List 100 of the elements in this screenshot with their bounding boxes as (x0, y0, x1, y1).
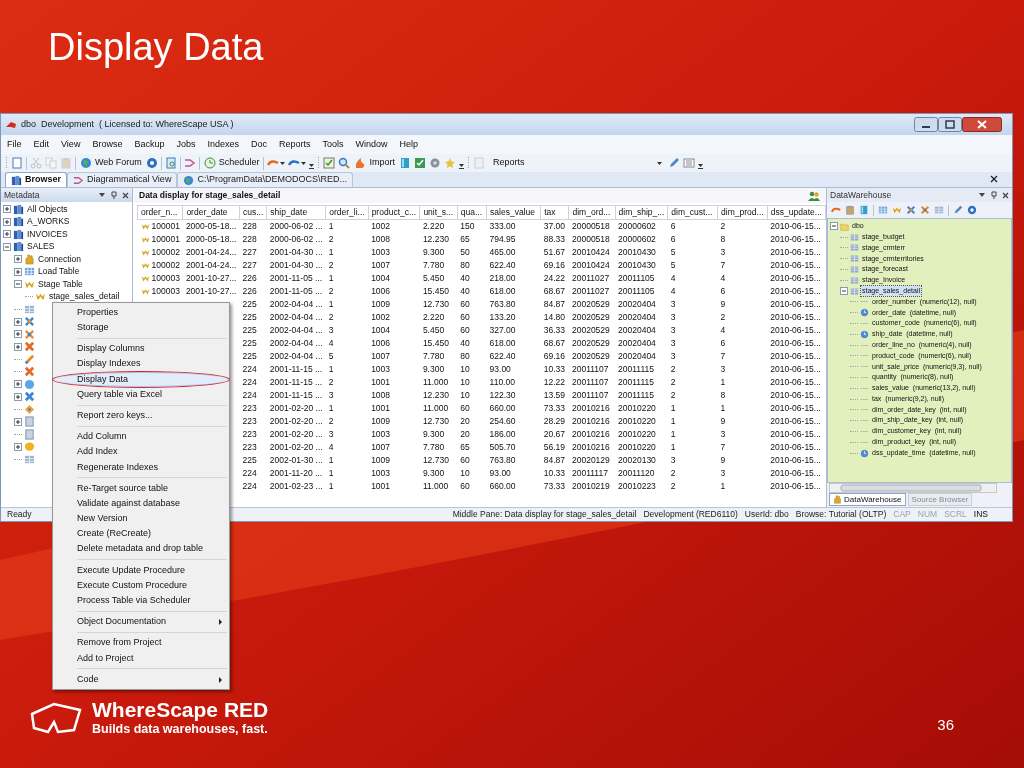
pen-icon[interactable] (667, 157, 680, 169)
column-header[interactable]: dim_prod... (717, 205, 768, 220)
tree-item[interactable]: stage_sales_detail (48, 290, 121, 304)
close-button[interactable] (962, 117, 1002, 132)
wing-icon[interactable] (892, 205, 902, 215)
cross-icon[interactable] (906, 205, 916, 215)
menu-item[interactable]: Edit (33, 137, 50, 152)
tree-item[interactable]: A_WORKS (26, 215, 71, 229)
menu-item[interactable]: View (61, 137, 81, 152)
menu-item[interactable]: Display Columns (53, 341, 229, 357)
column-header[interactable]: dim_cust... (667, 205, 718, 220)
expand-icon[interactable] (14, 442, 22, 451)
tab[interactable]: DataWarehouse (829, 493, 906, 506)
column-header[interactable]: sales_value (486, 205, 541, 220)
menu-item[interactable]: Jobs (176, 137, 196, 152)
column-header[interactable]: order_li... (325, 205, 369, 220)
tab[interactable]: Browser (5, 172, 67, 187)
maximize-button[interactable] (938, 117, 962, 132)
collapse-icon[interactable] (14, 280, 22, 289)
menu-item[interactable]: Regenerate Indexes (53, 459, 229, 475)
menu-item[interactable]: Validate against database (53, 496, 229, 512)
menu-item[interactable]: Process Table via Scheduler (53, 593, 229, 609)
column-header[interactable]: product_c... (368, 205, 420, 220)
menu-item[interactable]: New Version (53, 511, 229, 527)
expand-icon[interactable] (14, 267, 22, 276)
menu-item[interactable]: Display Indexes (53, 356, 229, 372)
tree-item[interactable]: Connection (37, 252, 82, 266)
close-icon[interactable] (122, 191, 129, 199)
menu-item[interactable]: Execute Custom Procedure (53, 578, 229, 594)
expand-icon[interactable] (14, 317, 22, 326)
tab[interactable]: C:\ProgramData\DEMODOCS\RED... (177, 172, 353, 187)
expand-icon[interactable] (14, 342, 22, 351)
tab[interactable]: Diagrammatical View (67, 172, 178, 187)
column-header[interactable]: tax (540, 205, 569, 220)
menu-item[interactable]: Reports (279, 137, 311, 152)
tree-item[interactable]: SALES (26, 240, 56, 254)
menu-item[interactable]: Browse (92, 137, 123, 152)
column-header[interactable]: dss_update... (767, 205, 826, 220)
menu-item[interactable]: Backup (134, 137, 165, 152)
expand-icon[interactable] (3, 217, 11, 226)
menu-item[interactable]: Window (355, 137, 388, 152)
grip-handle[interactable] (317, 156, 321, 170)
expand-icon[interactable] (14, 417, 22, 426)
table-icon[interactable] (878, 205, 888, 215)
pin-icon[interactable] (991, 191, 997, 199)
checklist-icon[interactable] (323, 157, 336, 169)
menu-item[interactable]: Create (ReCreate) (53, 526, 229, 542)
column-header[interactable]: ship_date (266, 205, 326, 220)
cross-icon[interactable] (920, 205, 930, 215)
tree-item[interactable]: Load Table (37, 265, 81, 279)
expand-icon[interactable] (3, 230, 11, 239)
page-icon[interactable] (11, 157, 23, 169)
toolbar-button[interactable]: Web Forum (79, 156, 143, 170)
menu-item[interactable]: Add Column (53, 429, 229, 445)
menu-item[interactable]: Execute Update Procedure (53, 562, 229, 578)
dropdown-icon[interactable] (979, 193, 985, 197)
tree-item[interactable]: Stage Table (37, 277, 84, 291)
menu-item[interactable]: File (7, 137, 22, 152)
grip-handle[interactable] (5, 156, 8, 170)
tree-item[interactable]: All Objects (26, 202, 69, 216)
menu-item[interactable]: Object Documentation (53, 614, 229, 630)
toolbar-button[interactable]: Scheduler (202, 156, 261, 170)
expand-icon[interactable] (14, 330, 22, 339)
column-header[interactable]: qua... (457, 205, 487, 220)
menu-item[interactable]: Storage (53, 320, 229, 336)
menu-item[interactable]: Re-Target source table (53, 480, 229, 497)
menu-item[interactable]: Indexes (207, 137, 239, 152)
clipboard-icon[interactable] (845, 205, 855, 215)
close-icon[interactable] (1002, 191, 1009, 199)
collapse-icon[interactable] (830, 222, 838, 231)
menu-item[interactable]: Query table via Excel (53, 386, 229, 403)
grid-icon[interactable] (934, 205, 944, 215)
close-icon[interactable] (990, 175, 998, 183)
menu-item[interactable]: Delete metadata and drop table (53, 541, 229, 557)
toolbar-button[interactable]: Import (353, 156, 396, 170)
menu-item[interactable]: Add Index (53, 444, 229, 460)
pin-icon[interactable] (111, 191, 117, 199)
collapse-icon[interactable] (3, 242, 11, 251)
sheet-check-icon[interactable] (413, 157, 426, 169)
menu-item[interactable]: Display Data (53, 371, 229, 387)
menu-item[interactable]: Report zero keys... (53, 408, 229, 424)
column-header[interactable]: cus... (239, 205, 267, 220)
expand-icon[interactable] (14, 255, 22, 264)
column-header[interactable]: dim_ship_... (615, 205, 668, 220)
menu-item[interactable]: Tools (322, 137, 344, 152)
column-header[interactable]: order_date (182, 205, 240, 220)
book-icon[interactable] (859, 205, 869, 215)
expand-icon[interactable] (14, 380, 22, 389)
menu-item[interactable]: Help (399, 137, 419, 152)
menu-item[interactable]: Code (53, 671, 229, 688)
expand-icon[interactable] (14, 392, 22, 401)
menu-item[interactable]: Doc (251, 137, 267, 152)
horizontal-scrollbar[interactable] (829, 483, 997, 493)
page-search-icon[interactable] (164, 157, 177, 169)
menu-item[interactable]: Properties (53, 305, 229, 321)
expand-icon[interactable] (3, 205, 11, 214)
column-header[interactable]: unit_s... (419, 205, 458, 220)
collapse-icon[interactable] (840, 287, 848, 296)
pen-icon[interactable] (953, 205, 963, 215)
dropdown-icon[interactable] (99, 193, 105, 197)
